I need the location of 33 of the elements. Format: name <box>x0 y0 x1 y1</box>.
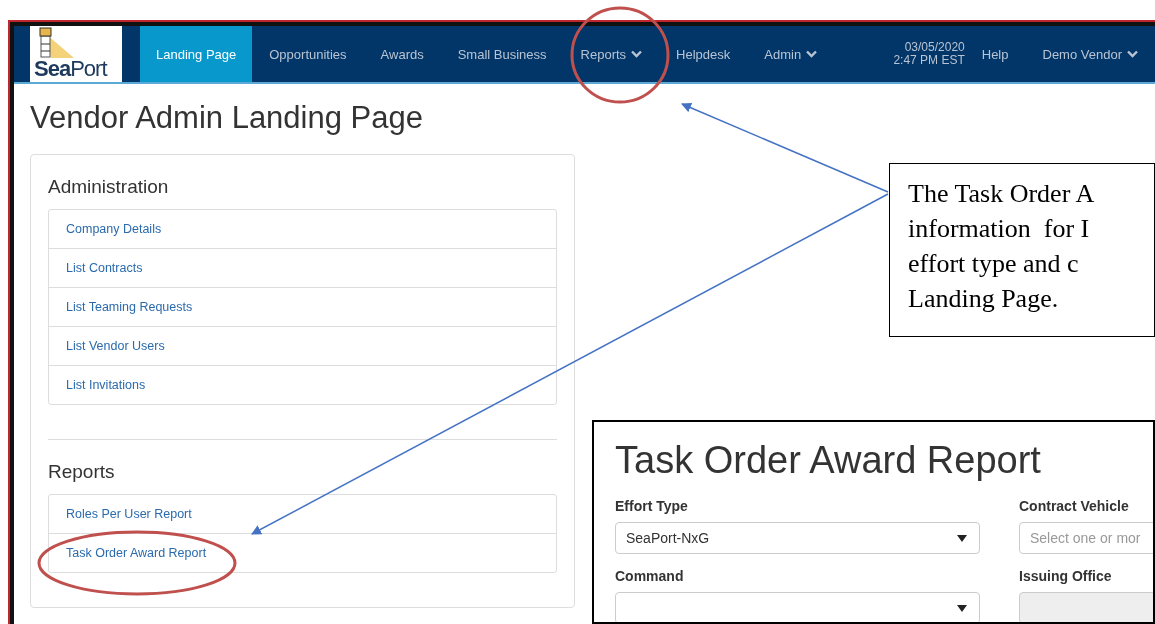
chevron-down-icon <box>631 50 643 58</box>
select-field[interactable] <box>615 592 980 622</box>
section-heading: Administration <box>48 175 170 199</box>
field-label: Contract Vehicle <box>1019 498 1130 514</box>
chevron-down-icon <box>1127 50 1138 58</box>
nav-link[interactable]: Opportunities <box>252 26 364 82</box>
select-field[interactable]: SeaPort-NxG <box>615 522 980 554</box>
field-label: Issuing Office <box>1019 568 1113 584</box>
report-title: Task Order Award Report <box>615 438 1042 483</box>
chevron-down-icon <box>806 50 818 58</box>
page-title: Vendor Admin Landing Page <box>30 99 424 137</box>
nav-link[interactable]: Admin <box>747 26 835 82</box>
nav-link[interactable]: Help <box>964 26 1026 82</box>
callout-text: The Task Order A information for I effort type and c Landing Page. <box>908 178 1096 315</box>
field-label: Effort Type <box>615 498 689 514</box>
list-link[interactable]: List Teaming Requests <box>49 287 556 326</box>
date-time: 03/05/2020 2:47 PM EST <box>892 39 965 69</box>
field-label: Command <box>615 568 685 584</box>
dropdown-triangle-icon <box>957 534 967 542</box>
nav-link[interactable]: Helpdesk <box>659 26 748 82</box>
list-link[interactable]: Company Details <box>49 210 556 248</box>
list-link[interactable]: List Invitations <box>49 365 556 404</box>
nav-link[interactable]: Demo Vendor <box>1025 26 1155 82</box>
dropdown-triangle-icon <box>957 604 967 612</box>
nav-link[interactable]: Awards <box>363 26 441 82</box>
section-heading: Reports <box>48 460 116 484</box>
nav-link[interactable]: Reports <box>563 26 660 82</box>
list-link[interactable]: Task Order Award Report <box>49 533 556 572</box>
list-link[interactable]: List Contracts <box>49 248 556 287</box>
list-link[interactable]: Roles Per User Report <box>49 495 556 533</box>
list-link[interactable]: List Vendor Users <box>49 326 556 365</box>
logo-text: SeaPort <box>33 56 107 82</box>
nav-link[interactable]: Small Business <box>440 26 564 82</box>
